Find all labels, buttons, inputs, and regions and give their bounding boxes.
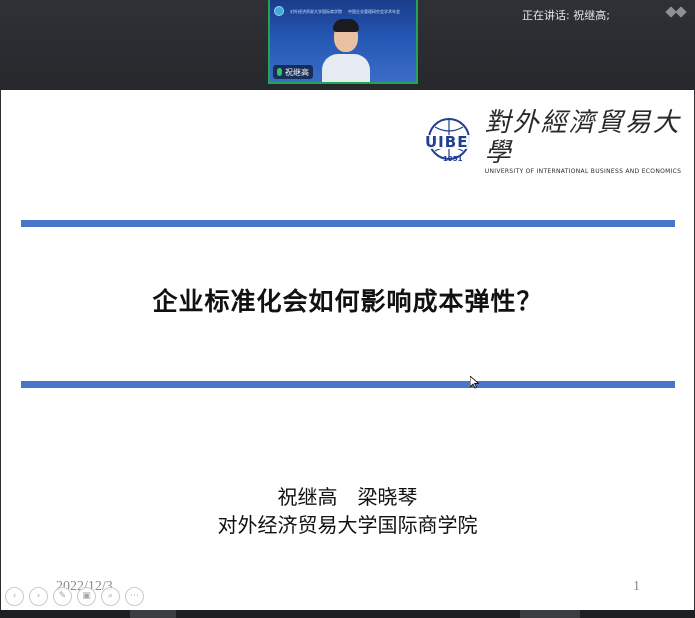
banner-line1: 对外经济贸易大学国际商学院	[290, 8, 342, 14]
authors-affiliation: 对外经济贸易大学国际商学院	[217, 513, 478, 537]
participant-video-tile[interactable]: 对外经济贸易大学国际商学院 中国企业管理研究会学术年会 祝继高	[268, 0, 418, 84]
participant-name: 祝继高	[285, 67, 309, 77]
mouse-cursor-icon	[470, 376, 479, 389]
banner-logo-icon	[274, 6, 284, 16]
microphone-icon	[277, 68, 282, 76]
slide-page-number: 1	[633, 579, 640, 594]
fullscreen-icon[interactable]	[665, 4, 689, 20]
authors-names: 祝继高 梁晓琴	[277, 485, 418, 509]
slide-title: 企业标准化会如何影响成本弹性？	[152, 287, 543, 316]
uibe-emblem-icon: UIBE 1951	[419, 117, 479, 167]
emblem-year: 1951	[443, 154, 463, 163]
slide-controls: ‹ › ✎ ▣ ⌕ ⋯	[5, 587, 144, 606]
prev-icon[interactable]: ‹	[5, 587, 24, 606]
next-icon[interactable]: ›	[29, 587, 48, 606]
university-name-en: UNIVERSITY OF INTERNATIONAL BUSINESS AND…	[484, 168, 682, 175]
bottom-divider-band	[21, 381, 675, 388]
speaking-indicator: 正在讲话: 祝继高;	[522, 9, 610, 22]
emblem-uibe-text: UIBE	[425, 132, 469, 151]
zoom-icon[interactable]: ⌕	[101, 587, 120, 606]
bottom-status-strip	[0, 610, 695, 618]
banner-line2: 中国企业管理研究会学术年会	[348, 8, 400, 14]
more-icon[interactable]: ⋯	[125, 587, 144, 606]
participant-avatar	[322, 16, 370, 82]
university-logo: UIBE 1951 對外經濟貿易大學 UNIVERSITY OF INTERNA…	[419, 108, 694, 175]
participant-name-chip: 祝继高	[273, 65, 313, 79]
top-divider-band	[21, 220, 675, 227]
authors-block: 祝继高 梁晓琴 对外经济贸易大学国际商学院	[1, 483, 694, 539]
university-name-cn: 對外經濟貿易大學	[484, 108, 681, 168]
slides-icon[interactable]: ▣	[77, 587, 96, 606]
presentation-slide: UIBE 1951 對外經濟貿易大學 UNIVERSITY OF INTERNA…	[1, 90, 694, 610]
meeting-top-bar: 对外经济贸易大学国际商学院 中国企业管理研究会学术年会 祝继高 正在讲话: 祝继…	[0, 0, 695, 90]
pen-icon[interactable]: ✎	[53, 587, 72, 606]
